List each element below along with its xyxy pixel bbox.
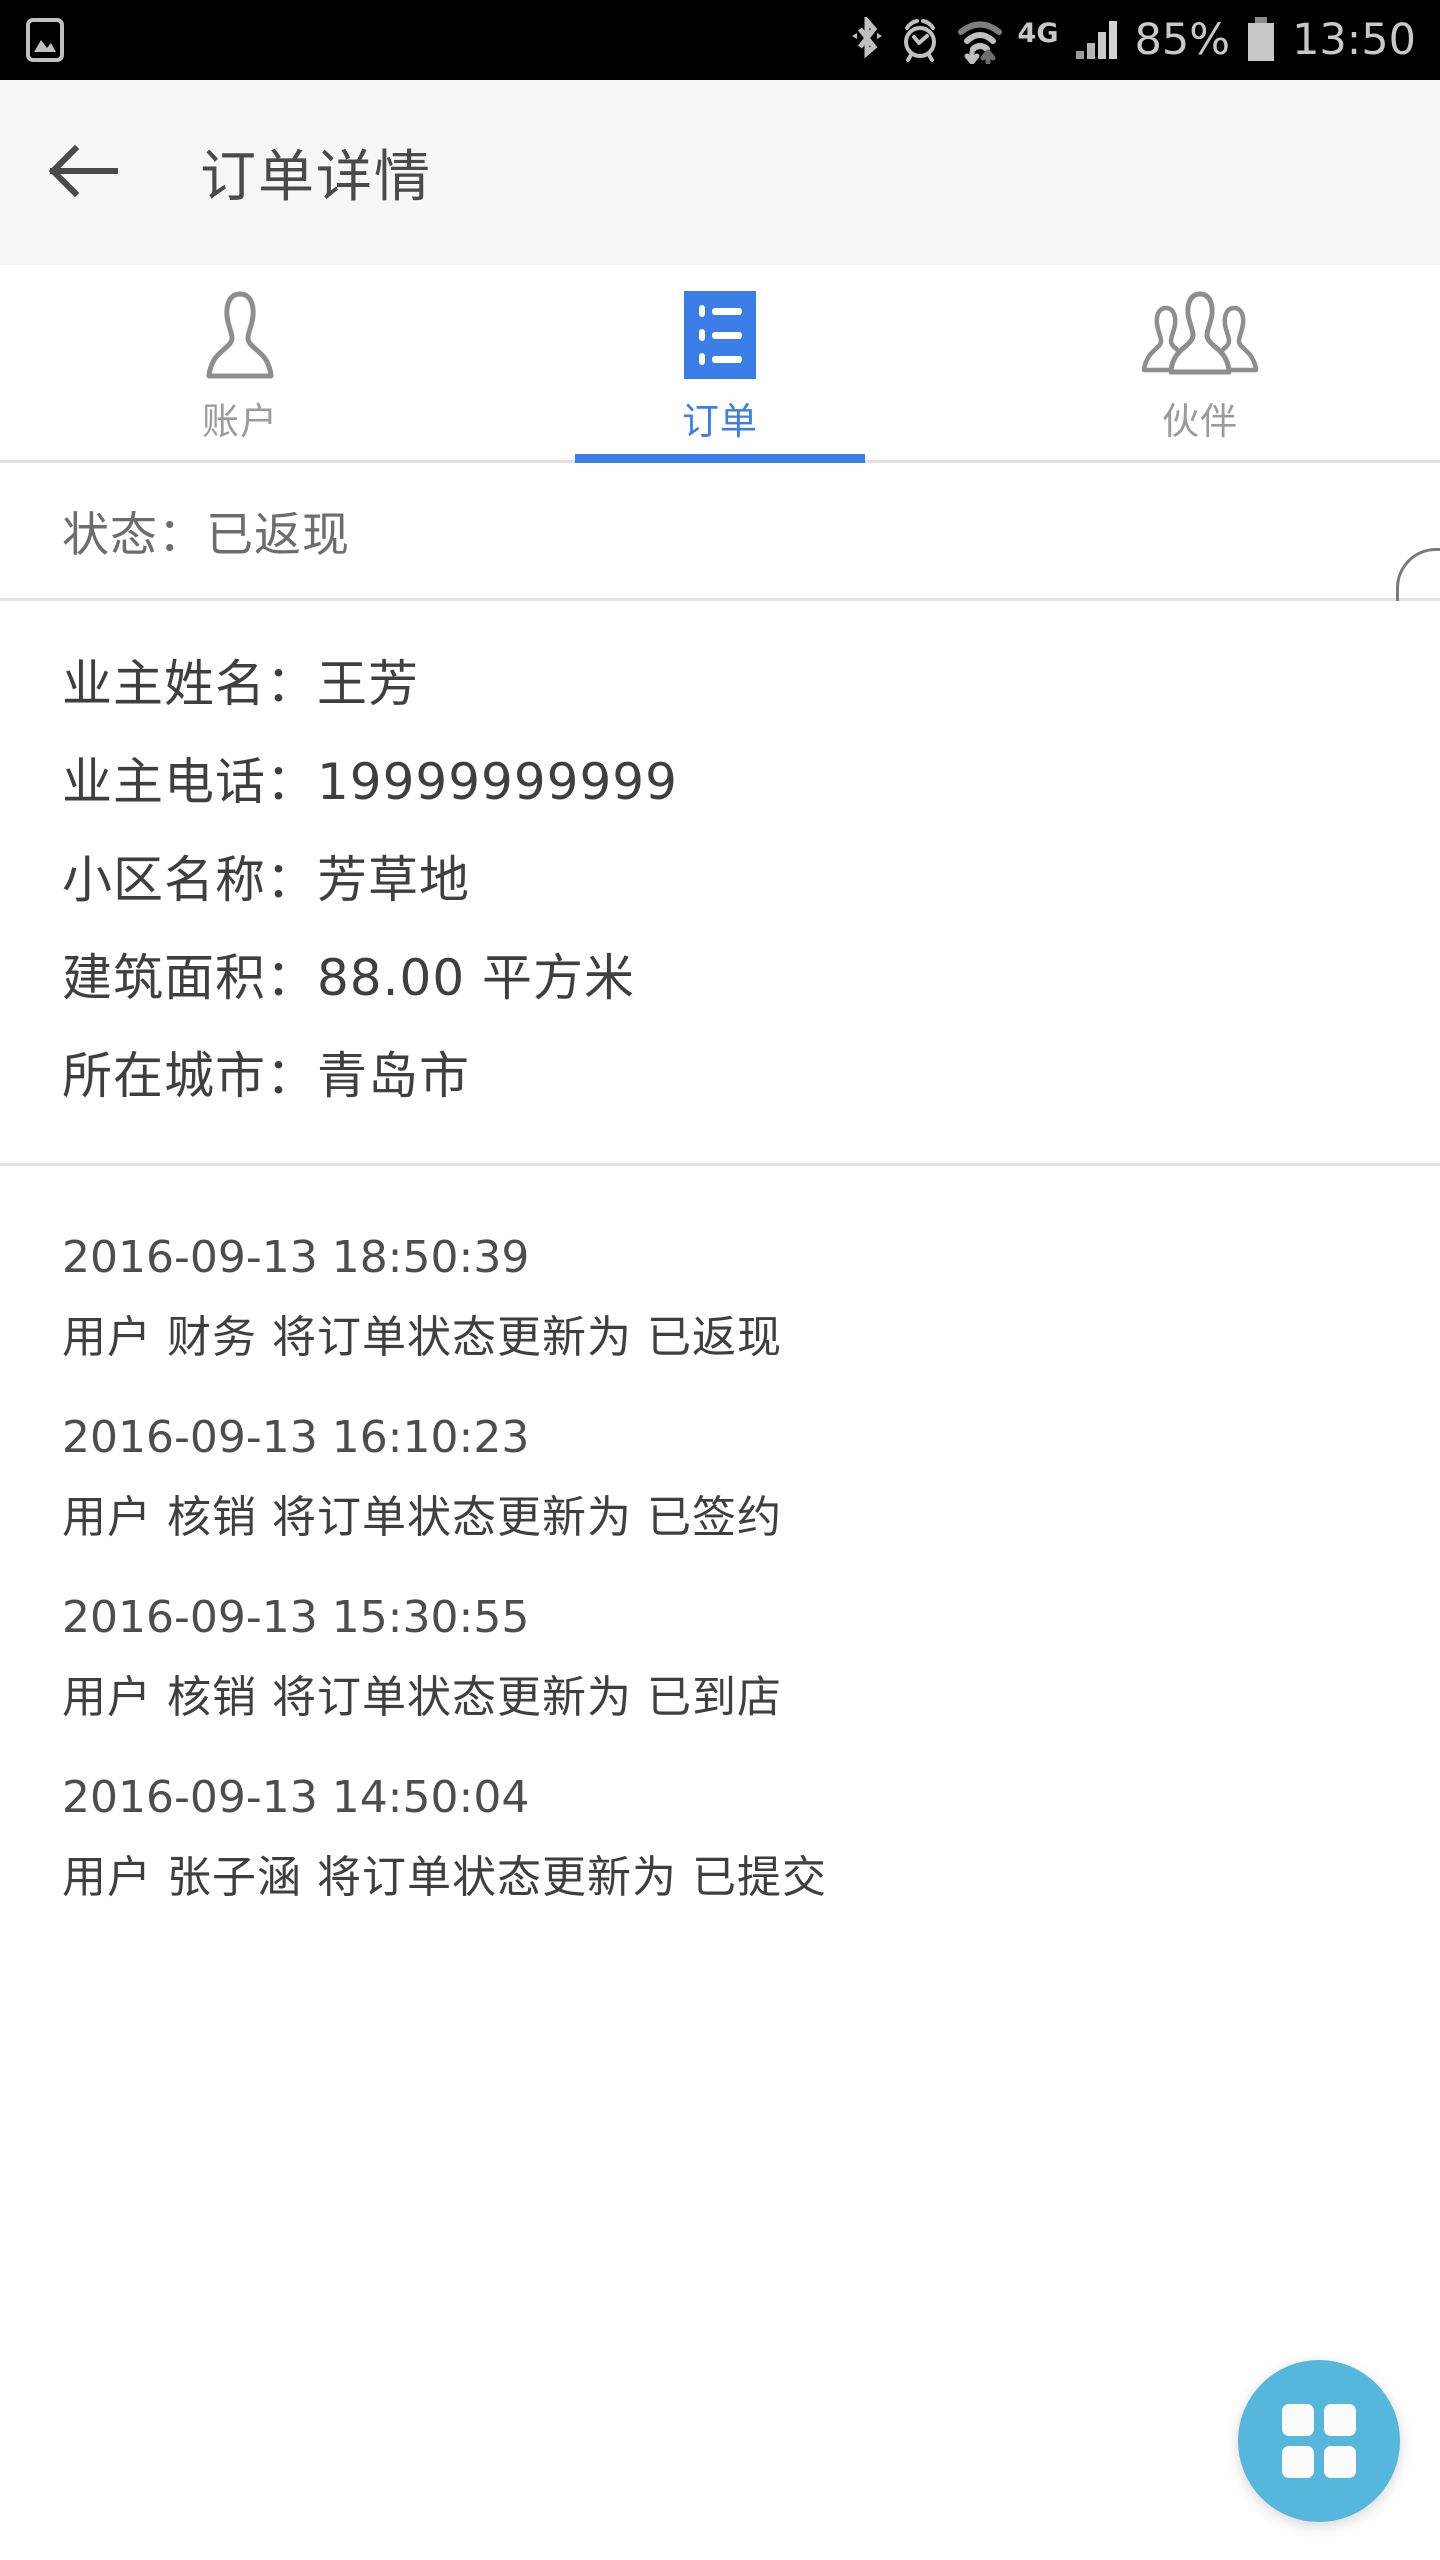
- tab-partners-label: 伙伴: [1162, 400, 1238, 443]
- grid-cell: [1282, 2446, 1314, 2478]
- person-icon: [198, 287, 282, 383]
- grid-cell: [1324, 2446, 1356, 2478]
- status-bar: 4G 85% 13:50: [0, 0, 1440, 80]
- content-scroll-area[interactable]: 状态：已返现 业主姓名：王芳 业主电话：19999999999 小区名称：芳草地…: [0, 463, 1440, 2560]
- alarm-clock-icon: [898, 17, 942, 63]
- list-item: 2016-09-13 16:10:23 用户 核销 将订单状态更新为 已签约: [0, 1416, 1440, 1540]
- grid-apps-icon: [1282, 2404, 1356, 2478]
- log-timestamp: 2016-09-13 15:30:55: [62, 1592, 530, 1643]
- log-description: 用户 张子涵 将订单状态更新为 已提交: [62, 1852, 827, 1903]
- info-row-owner-name: 业主姓名：王芳: [62, 655, 419, 713]
- order-status-line: 状态：已返现: [62, 508, 350, 563]
- list-item: 2016-09-13 15:30:55 用户 核销 将订单状态更新为 已到店: [0, 1596, 1440, 1720]
- tab-orders-underline: [575, 454, 865, 463]
- cellular-signal-icon: [1073, 17, 1121, 63]
- owner-info-block: 业主姓名：王芳 业主电话：19999999999 小区名称：芳草地 建筑面积：8…: [0, 601, 1440, 1163]
- network-type-label: 4G: [1017, 17, 1059, 49]
- people-group-icon: [1141, 287, 1259, 383]
- log-timestamp: 2016-09-13 18:50:39: [62, 1232, 530, 1283]
- clock-label: 13:50: [1292, 14, 1416, 65]
- tab-account-label: 账户: [202, 400, 278, 443]
- list-item: 2016-09-13 18:50:39 用户 财务 将订单状态更新为 已返现: [0, 1236, 1440, 1360]
- grid-cell: [1324, 2404, 1356, 2436]
- info-row-city: 所在城市：青岛市: [62, 1047, 470, 1105]
- battery-icon: [1244, 15, 1278, 65]
- log-description: 用户 核销 将订单状态更新为 已到店: [62, 1672, 782, 1723]
- back-arrow-icon: [47, 140, 119, 206]
- wifi-icon: [956, 16, 1004, 64]
- order-log-list: 2016-09-13 18:50:39 用户 财务 将订单状态更新为 已返现 2…: [0, 1166, 1440, 1900]
- log-description: 用户 核销 将订单状态更新为 已签约: [62, 1492, 782, 1543]
- tab-orders-label: 订单: [682, 400, 758, 443]
- status-bar-left-icons: [26, 18, 64, 62]
- bluetooth-icon: [850, 17, 884, 63]
- battery-percent-label: 85%: [1134, 14, 1231, 65]
- list-icon: [684, 287, 756, 383]
- log-description: 用户 财务 将订单状态更新为 已返现: [62, 1312, 782, 1363]
- log-timestamp: 2016-09-13 16:10:23: [62, 1412, 530, 1463]
- app-bar: 订单详情: [0, 80, 1440, 265]
- phone-screen: 4G 85% 13:50 订单详情 账户 订单 伙伴 状态：已返现 业主姓名：王…: [0, 0, 1440, 2560]
- tab-bar: 账户 订单 伙伴: [0, 265, 1440, 463]
- info-row-community: 小区名称：芳草地: [62, 851, 470, 909]
- grid-cell: [1282, 2404, 1314, 2436]
- log-timestamp: 2016-09-13 14:50:04: [62, 1772, 530, 1823]
- tab-partners[interactable]: 伙伴: [960, 265, 1440, 460]
- page-title: 订单详情: [200, 145, 432, 210]
- tab-orders[interactable]: 订单: [480, 265, 960, 463]
- back-button[interactable]: [28, 140, 138, 206]
- info-row-owner-phone: 业主电话：19999999999: [62, 753, 678, 811]
- apps-fab-button[interactable]: [1238, 2360, 1400, 2522]
- image-icon: [26, 18, 64, 62]
- list-item: 2016-09-13 14:50:04 用户 张子涵 将订单状态更新为 已提交: [0, 1776, 1440, 1900]
- tab-account[interactable]: 账户: [0, 265, 480, 460]
- info-row-area: 建筑面积：88.00 平方米: [62, 949, 636, 1007]
- status-bar-right-icons: 4G 85% 13:50: [850, 15, 1416, 65]
